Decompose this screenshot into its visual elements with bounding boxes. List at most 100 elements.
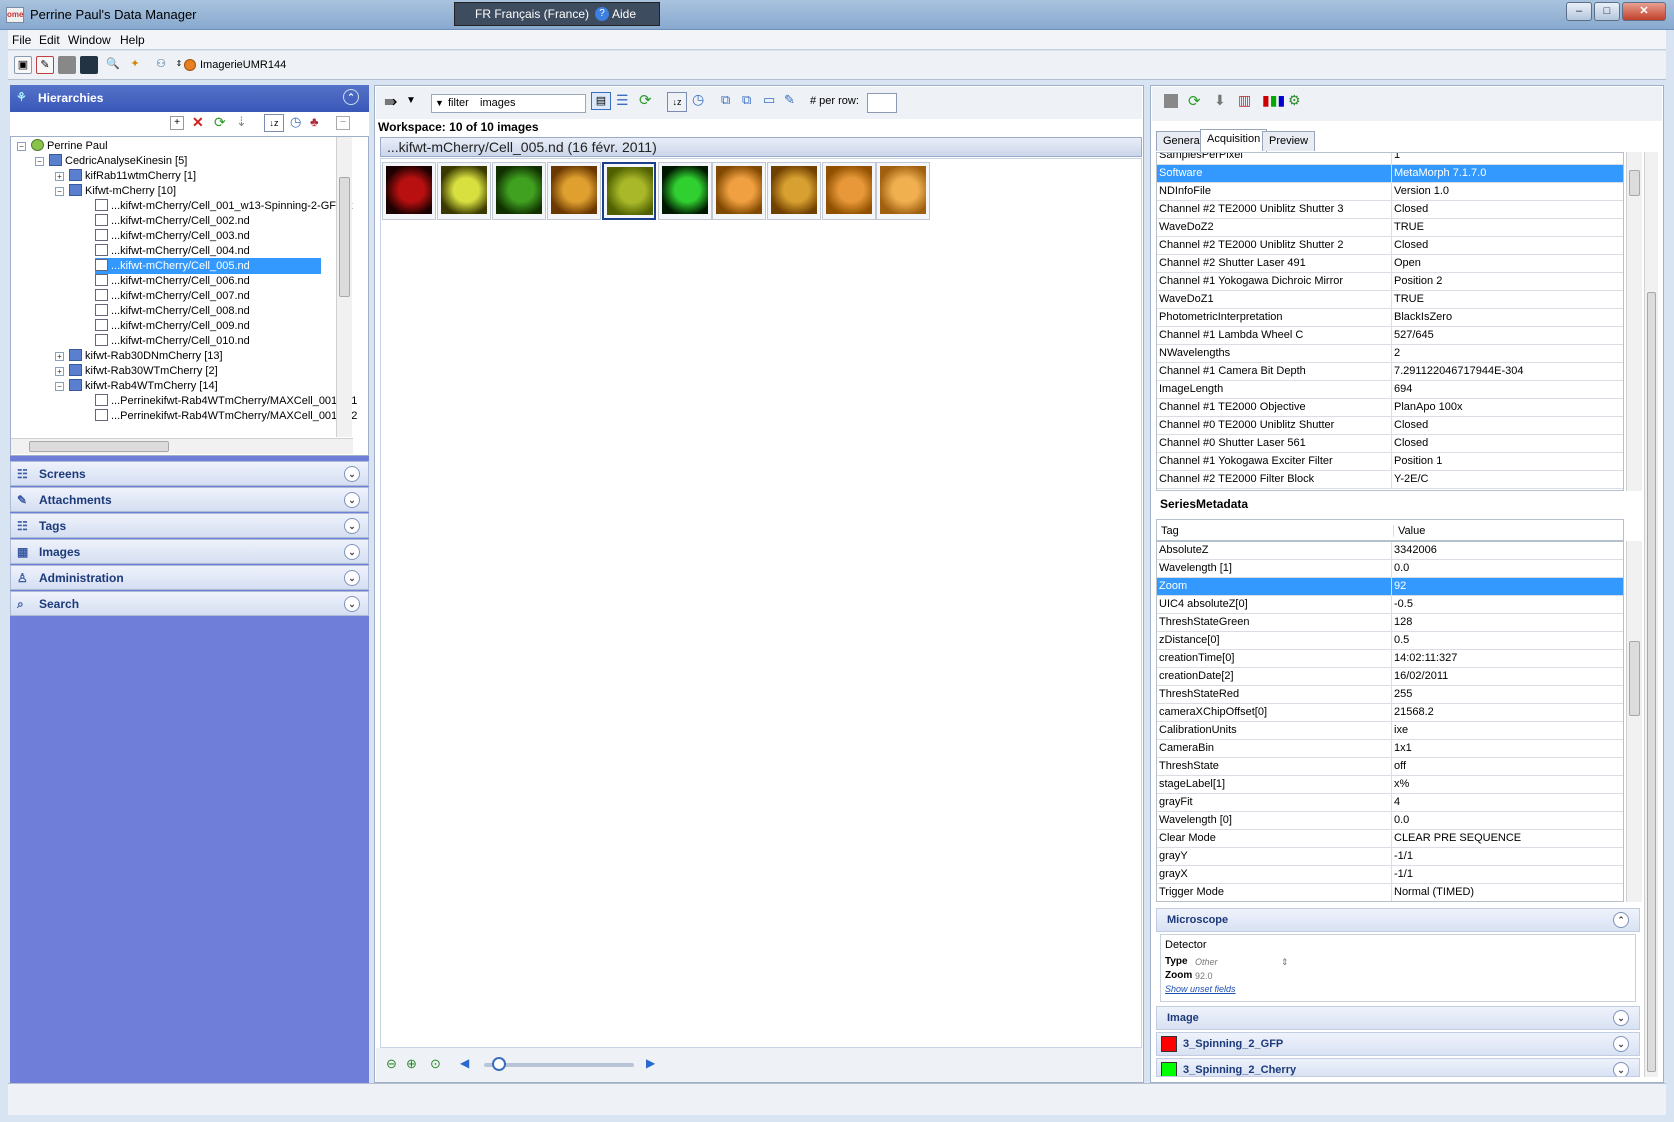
tree-image-item[interactable]: ...Perrinekifwt-Rab4WTmCherry/MAXCell_00… bbox=[95, 408, 357, 424]
zoom-value[interactable]: 92.0 bbox=[1195, 971, 1213, 981]
collapse-node-icon[interactable]: − bbox=[55, 382, 64, 391]
metadata-row[interactable]: Channel #1 Yokogawa Dichroic Mirror Posit… bbox=[1157, 273, 1623, 291]
language-bar[interactable]: FR Français (France) ? Aide bbox=[454, 2, 660, 26]
metadata-row[interactable]: Channel #2 TE2000 Uniblitz Shutter 2 Clos… bbox=[1157, 237, 1623, 255]
channel-row-gfp[interactable]: 3_Spinning_2_GFP ⌄ bbox=[1156, 1032, 1640, 1056]
expand-icon[interactable]: ⌄ bbox=[344, 570, 360, 586]
tree-image-item[interactable]: ...kifwt-mCherry/Cell_002.nd bbox=[95, 213, 250, 229]
help-icon[interactable]: ? bbox=[595, 7, 609, 21]
expand-node-icon[interactable]: + bbox=[55, 352, 64, 361]
minimize-button[interactable]: – bbox=[1566, 2, 1592, 21]
collapse-all-icon[interactable]: − bbox=[336, 116, 350, 130]
tab-preview[interactable]: Preview bbox=[1262, 131, 1316, 151]
collapse-node-icon[interactable]: − bbox=[55, 187, 64, 196]
metadata-row[interactable]: creationDate[2] 16/02/2011 bbox=[1157, 668, 1623, 686]
refresh-icon[interactable]: ⟳ bbox=[214, 114, 226, 131]
metadata-row[interactable]: WaveDoZ2 TRUE bbox=[1157, 219, 1623, 237]
metadata-row[interactable]: UIC4 absoluteZ[0] -0.5 bbox=[1157, 596, 1623, 614]
metadata-row[interactable]: CalibrationUnits ixe bbox=[1157, 722, 1623, 740]
channel-color-swatch[interactable] bbox=[1161, 1036, 1177, 1052]
tree-image-item[interactable]: ...kifwt-mCherry/Cell_003.nd bbox=[95, 228, 250, 244]
tree-dataset-item[interactable]: kifRab11wtmCherry [1] bbox=[69, 168, 196, 184]
expand-icon[interactable]: ⌄ bbox=[344, 492, 360, 508]
delete-icon[interactable]: ✕ bbox=[192, 114, 204, 131]
image-thumbnail[interactable] bbox=[767, 162, 821, 220]
arrows-icon[interactable]: ⇛ bbox=[384, 92, 397, 112]
metadata-row[interactable]: Channel #1 Yokogawa Exciter Filter Positi… bbox=[1157, 453, 1623, 471]
viewer-icon[interactable]: ⚙ bbox=[1288, 92, 1301, 109]
metadata-row[interactable]: grayX -1/1 bbox=[1157, 866, 1623, 884]
metadata-row[interactable]: creationTime[0] 14:02:11:327 bbox=[1157, 650, 1623, 668]
metadata-row[interactable]: Channel #0 TE2000 Uniblitz Shutter Closed bbox=[1157, 417, 1623, 435]
channels-icon[interactable]: ▮▮▮ bbox=[1262, 92, 1285, 109]
metadata-row[interactable]: CameraBin 1x1 bbox=[1157, 740, 1623, 758]
tag-column-header[interactable]: Tag bbox=[1161, 525, 1179, 537]
metadata-row[interactable]: AbsoluteZ 3342006 bbox=[1157, 542, 1623, 560]
image-thumbnail[interactable] bbox=[547, 162, 601, 220]
microscope-section[interactable]: Microscope ⌃ bbox=[1156, 908, 1640, 932]
window-icon[interactable]: ▭ bbox=[763, 92, 775, 108]
filter-dropdown-icon[interactable]: ▼ bbox=[435, 98, 444, 108]
expand-icon[interactable]: ⌄ bbox=[1613, 1010, 1629, 1026]
metadata-row[interactable]: zDistance[0] 0.5 bbox=[1157, 632, 1623, 650]
images-section[interactable]: ▦ Images ⌄ bbox=[10, 539, 369, 564]
tree-image-item[interactable]: ...kifwt-mCherry/Cell_006.nd bbox=[95, 273, 250, 289]
metadata-row[interactable]: Channel #2 TE2000 Uniblitz Shutter 3 Clos… bbox=[1157, 201, 1623, 219]
tags-section[interactable]: ☷ Tags ⌄ bbox=[10, 513, 369, 538]
sort-icon[interactable]: ↓z bbox=[264, 114, 284, 132]
thumbnail-view-icon[interactable]: ▤ bbox=[591, 92, 611, 110]
maximize-button[interactable]: □ bbox=[1594, 2, 1620, 21]
sort-icon[interactable]: ↓z bbox=[667, 92, 687, 112]
metadata-row[interactable]: Zoom 92 bbox=[1157, 578, 1623, 596]
menu-window[interactable]: Window bbox=[68, 33, 111, 47]
panel-scrollbar[interactable] bbox=[1644, 152, 1658, 1077]
metadata-row[interactable]: WaveDoZ1 TRUE bbox=[1157, 291, 1623, 309]
channel-color-swatch[interactable] bbox=[1161, 1062, 1177, 1076]
metadata-row[interactable]: cameraXChipOffset[0] 21568.2 bbox=[1157, 704, 1623, 722]
collapse-icon[interactable]: ⌃ bbox=[343, 89, 359, 105]
hierarchies-header[interactable]: ⚘ Hierarchies ⌃ bbox=[10, 85, 369, 112]
tree-image-item[interactable]: ...kifwt-mCherry/Cell_001_w13-Spinning-2… bbox=[95, 198, 352, 214]
expand-icon[interactable]: ⌄ bbox=[344, 518, 360, 534]
expand-icon[interactable]: ⌄ bbox=[1613, 1062, 1629, 1076]
metadata-row[interactable]: PhotometricInterpretation BlackIsZero bbox=[1157, 309, 1623, 327]
tree-vertical-scrollbar[interactable] bbox=[336, 137, 352, 437]
tree-horizontal-scrollbar[interactable] bbox=[11, 438, 353, 454]
image-thumbnail[interactable] bbox=[658, 162, 712, 220]
tree-dataset-item[interactable]: kifwt-Rab30DNmCherry [13] bbox=[69, 348, 223, 364]
search-icon[interactable]: 🔍 bbox=[104, 56, 122, 74]
metadata-row[interactable]: NWavelengths 2 bbox=[1157, 345, 1623, 363]
save-icon[interactable] bbox=[1164, 94, 1178, 108]
tasks-icon[interactable]: ✎ bbox=[36, 56, 54, 74]
series-metadata-scrollbar[interactable] bbox=[1626, 541, 1642, 902]
expand-node-icon[interactable]: + bbox=[55, 172, 64, 181]
image-thumbnail[interactable] bbox=[876, 162, 930, 220]
tree-image-item[interactable]: ...Perrinekifwt-Rab4WTmCherry/MAXCell_00… bbox=[95, 393, 357, 409]
metadata-row[interactable]: Wavelength [1] 0.0 bbox=[1157, 560, 1623, 578]
metadata-row[interactable]: Channel #2 TE2000 Filter Block Y-2E/C bbox=[1157, 471, 1623, 489]
zoom-slider-thumb[interactable] bbox=[492, 1057, 506, 1071]
previous-icon[interactable]: ◀ bbox=[460, 1056, 469, 1070]
groups-icon[interactable]: ♣ bbox=[310, 114, 319, 129]
metadata-row[interactable]: Channel #1 Lambda Wheel C 527/645 bbox=[1157, 327, 1623, 345]
next-icon[interactable]: ▶ bbox=[646, 1056, 655, 1070]
collapse-node-icon[interactable]: − bbox=[35, 157, 44, 166]
tree-image-item[interactable]: ...kifwt-mCherry/Cell_010.nd bbox=[95, 333, 250, 349]
expand-icon[interactable]: ⌄ bbox=[1613, 1036, 1629, 1052]
collapse-node-icon[interactable]: − bbox=[17, 142, 26, 151]
screens-section[interactable]: ☷ Screens ⌄ bbox=[10, 461, 369, 486]
edit-icon[interactable]: ✎ bbox=[784, 92, 795, 108]
metadata-row[interactable]: Channel #2 Shutter Laser 491 Open bbox=[1157, 255, 1623, 273]
group-dropdown-icon[interactable]: ⇕ bbox=[174, 56, 184, 74]
new-icon[interactable]: + bbox=[170, 116, 184, 130]
clock-icon[interactable]: ◷ bbox=[290, 114, 301, 130]
wand-icon[interactable]: ✦ bbox=[126, 56, 144, 74]
expand-node-icon[interactable]: + bbox=[55, 367, 64, 376]
tree-dataset-item[interactable]: kifwt-Rab4WTmCherry [14] bbox=[69, 378, 218, 394]
import-icon[interactable]: ⇣ bbox=[236, 114, 247, 130]
view-icon[interactable]: ▣ bbox=[14, 56, 32, 74]
image-thumbnail[interactable] bbox=[382, 162, 436, 220]
metadata-row[interactable]: grayFit 4 bbox=[1157, 794, 1623, 812]
download-icon[interactable]: ⬇ bbox=[1214, 92, 1226, 109]
channel-row-cherry[interactable]: 3_Spinning_2_Cherry ⌄ bbox=[1156, 1058, 1640, 1077]
